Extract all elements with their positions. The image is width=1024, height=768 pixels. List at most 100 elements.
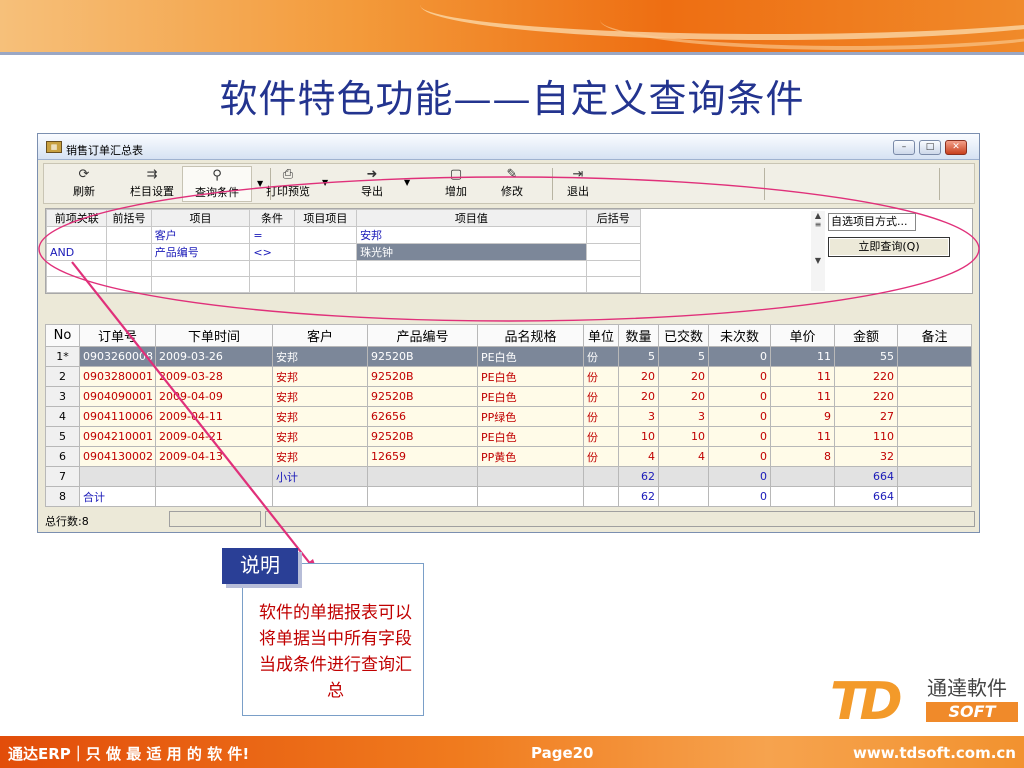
- criteria-cell-selected[interactable]: 珠光钟: [356, 243, 587, 261]
- table-cell[interactable]: [658, 466, 709, 487]
- table-cell[interactable]: [583, 486, 619, 507]
- table-cell[interactable]: 份: [583, 386, 619, 407]
- table-cell[interactable]: 8: [45, 486, 80, 507]
- table-cell[interactable]: 3: [45, 386, 80, 407]
- exit-button[interactable]: ⇥ 退出: [558, 166, 598, 202]
- grid-header[interactable]: 下单时间: [155, 324, 273, 347]
- table-cell[interactable]: [367, 486, 478, 507]
- table-cell[interactable]: [79, 466, 156, 487]
- table-cell[interactable]: 2009-03-26: [155, 346, 273, 367]
- table-row[interactable]: 3 0904090001 2009-04-09 安邦 92520B PE白色份 20 20 0 1…: [45, 386, 972, 407]
- table-cell[interactable]: [897, 486, 972, 507]
- criteria-cell[interactable]: =: [249, 226, 295, 244]
- table-cell[interactable]: 11: [770, 346, 835, 367]
- subtotal-row[interactable]: 7 小计 62 0 664: [45, 466, 972, 487]
- refresh-button[interactable]: ⟳ 刷新: [64, 166, 104, 202]
- table-cell[interactable]: [155, 486, 273, 507]
- table-cell[interactable]: 0: [708, 486, 771, 507]
- table-cell[interactable]: 份: [583, 426, 619, 447]
- table-cell[interactable]: 92520B: [367, 366, 478, 387]
- table-cell[interactable]: 62: [618, 466, 659, 487]
- grid-header[interactable]: 产品编号: [367, 324, 478, 347]
- table-cell[interactable]: [770, 486, 835, 507]
- criteria-cell[interactable]: [106, 226, 152, 244]
- table-cell[interactable]: 11: [770, 386, 835, 407]
- table-cell[interactable]: 0904210001: [79, 426, 156, 447]
- table-cell[interactable]: 安邦: [272, 346, 368, 367]
- table-cell[interactable]: 0: [708, 366, 771, 387]
- query-conditions-button[interactable]: ⚲ 查询条件 ▼: [182, 166, 263, 202]
- table-cell[interactable]: 安邦: [272, 446, 368, 467]
- grid-header[interactable]: 单位: [583, 324, 619, 347]
- table-cell[interactable]: 份: [583, 446, 619, 467]
- table-cell[interactable]: [897, 386, 972, 407]
- table-cell[interactable]: 6: [45, 446, 80, 467]
- grid-header[interactable]: 客户: [272, 324, 368, 347]
- export-button[interactable]: ➜ 导出 ▼: [352, 166, 410, 202]
- table-cell[interactable]: 0: [708, 426, 771, 447]
- table-cell[interactable]: [477, 466, 584, 487]
- table-cell[interactable]: 7: [45, 466, 80, 487]
- table-cell[interactable]: 0903280001: [79, 366, 156, 387]
- table-cell[interactable]: 5: [45, 426, 80, 447]
- grid-header[interactable]: 已交数: [658, 324, 709, 347]
- table-cell[interactable]: 2009-03-28: [155, 366, 273, 387]
- table-cell[interactable]: 664: [834, 466, 898, 487]
- table-cell[interactable]: 664: [834, 486, 898, 507]
- table-cell[interactable]: [583, 466, 619, 487]
- table-cell[interactable]: 220: [834, 386, 898, 407]
- table-cell[interactable]: 2009-04-21: [155, 426, 273, 447]
- table-cell[interactable]: [155, 466, 273, 487]
- table-cell[interactable]: [897, 446, 972, 467]
- table-cell[interactable]: 10: [618, 426, 659, 447]
- table-cell[interactable]: [658, 486, 709, 507]
- table-cell[interactable]: PP黄色: [477, 446, 584, 467]
- criteria-row[interactable]: AND 产品编号 <> 珠光钟: [45, 243, 642, 261]
- table-cell[interactable]: 20: [658, 386, 709, 407]
- table-cell[interactable]: 0904110006: [79, 406, 156, 427]
- table-cell[interactable]: [477, 486, 584, 507]
- grid-header[interactable]: 订单号: [79, 324, 156, 347]
- table-cell[interactable]: PE白色: [477, 366, 584, 387]
- table-cell[interactable]: 20: [618, 366, 659, 387]
- grid-header[interactable]: 数量: [618, 324, 659, 347]
- table-cell[interactable]: 0: [708, 446, 771, 467]
- grid-header[interactable]: 备注: [897, 324, 972, 347]
- table-cell[interactable]: 62656: [367, 406, 478, 427]
- criteria-cell[interactable]: <>: [249, 243, 295, 261]
- minimize-button[interactable]: –: [893, 140, 915, 155]
- table-row[interactable]: 1* 0903260008 2009-03-26 安邦 92520B PE白色份 5 5 0 11…: [45, 346, 972, 367]
- table-cell[interactable]: 220: [834, 366, 898, 387]
- table-cell[interactable]: PE白色: [477, 386, 584, 407]
- criteria-cell[interactable]: [106, 243, 152, 261]
- table-cell[interactable]: [897, 426, 972, 447]
- criteria-cell[interactable]: [45, 226, 108, 244]
- run-query-button[interactable]: 立即查询(Q): [828, 237, 950, 257]
- table-cell[interactable]: 份: [583, 366, 619, 387]
- table-cell[interactable]: 11: [770, 426, 835, 447]
- table-cell[interactable]: 5: [618, 346, 659, 367]
- criteria-cell[interactable]: 客户: [150, 226, 251, 244]
- criteria-row[interactable]: 客户 = 安邦: [45, 226, 642, 244]
- criteria-cell[interactable]: [585, 226, 642, 244]
- table-cell[interactable]: 份: [583, 406, 619, 427]
- grid-header[interactable]: No: [45, 324, 80, 347]
- table-cell[interactable]: 合计: [79, 486, 156, 507]
- table-cell[interactable]: PE白色: [477, 426, 584, 447]
- table-cell[interactable]: 3: [618, 406, 659, 427]
- table-cell[interactable]: 1*: [45, 346, 80, 367]
- table-cell[interactable]: 92520B: [367, 386, 478, 407]
- table-cell[interactable]: 0: [708, 386, 771, 407]
- table-cell[interactable]: 92520B: [367, 426, 478, 447]
- criteria-cell[interactable]: 安邦: [356, 226, 587, 244]
- table-cell[interactable]: 20: [658, 366, 709, 387]
- table-cell[interactable]: 安邦: [272, 366, 368, 387]
- grid-header[interactable]: 金额: [834, 324, 898, 347]
- table-cell[interactable]: 2009-04-11: [155, 406, 273, 427]
- table-cell[interactable]: [897, 346, 972, 367]
- criteria-cell[interactable]: 产品编号: [150, 243, 251, 261]
- table-cell[interactable]: 12659: [367, 446, 478, 467]
- table-cell[interactable]: [897, 406, 972, 427]
- selection-mode-select[interactable]: 自选项目方式...: [828, 213, 916, 231]
- table-cell[interactable]: 3: [658, 406, 709, 427]
